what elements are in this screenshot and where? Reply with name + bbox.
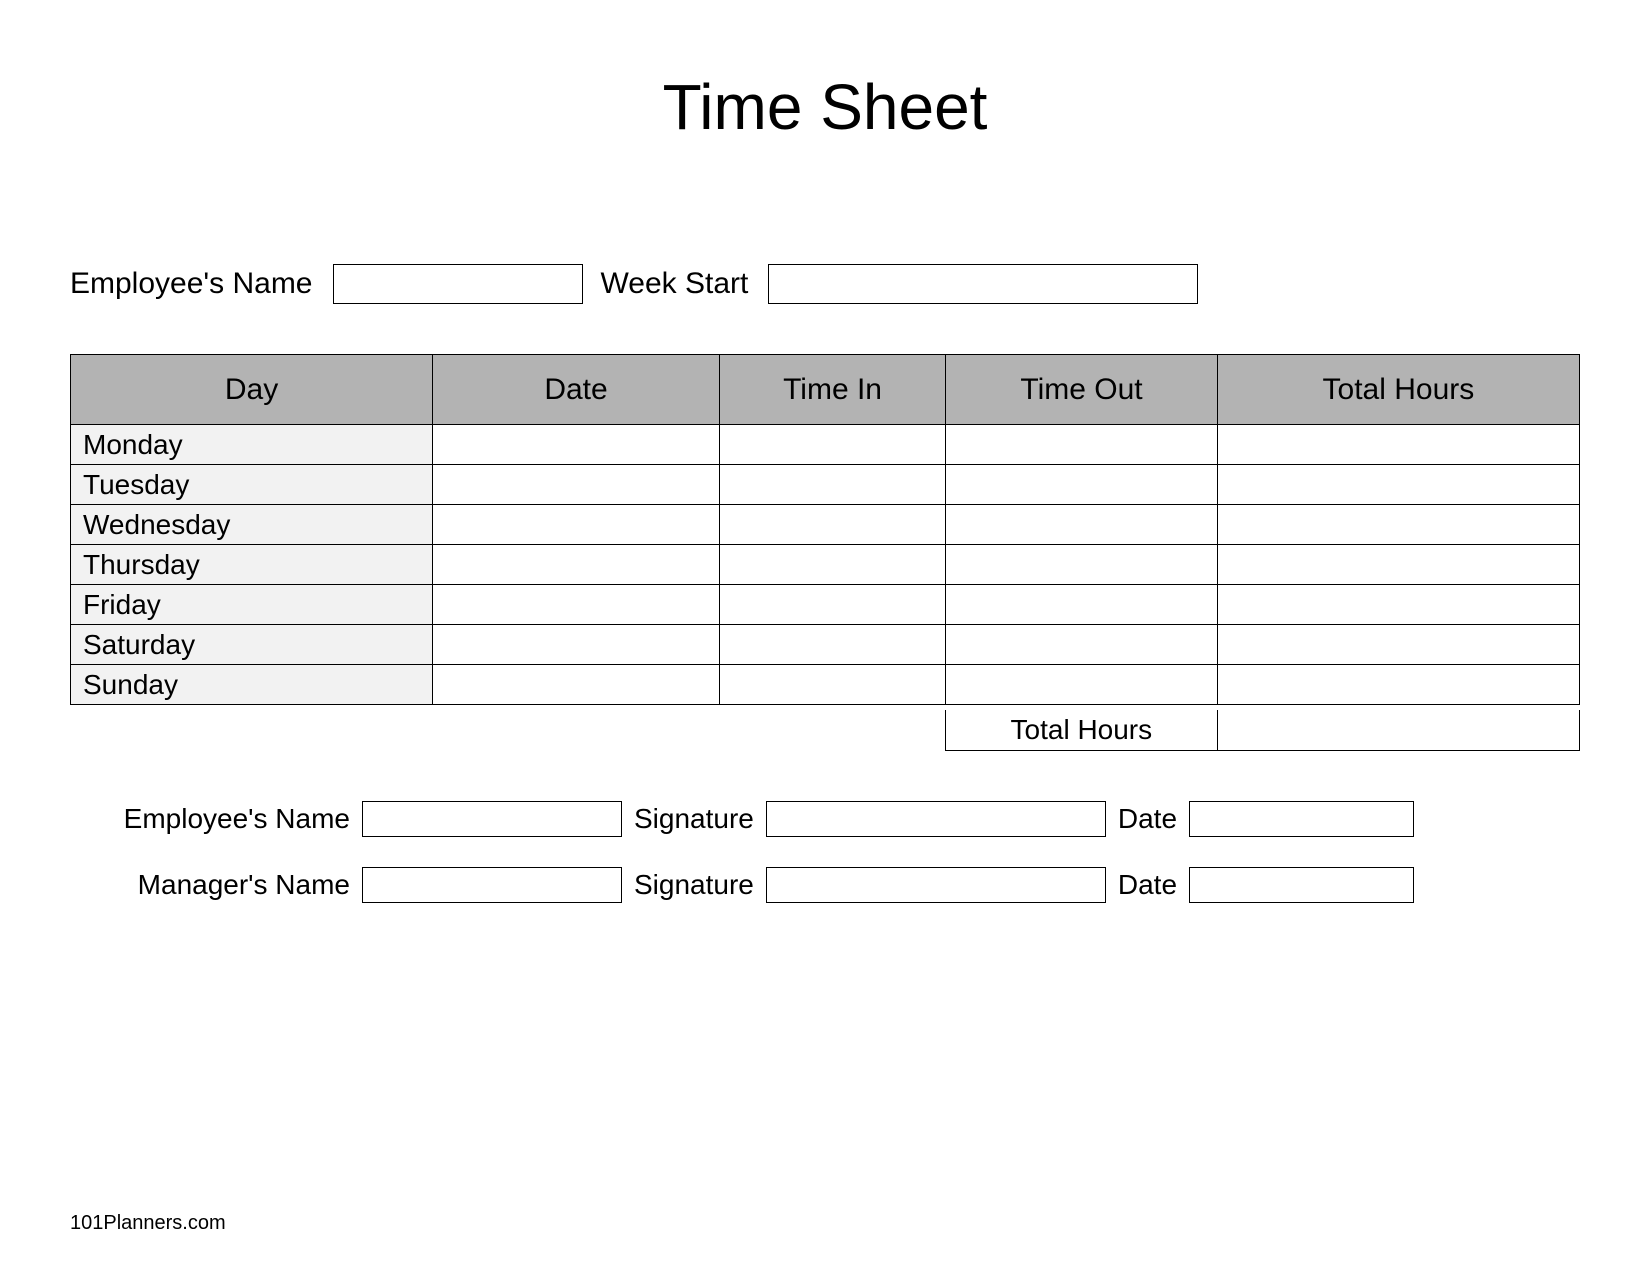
manager-name-signoff-label: Manager's Name (100, 869, 350, 901)
timeout-cell[interactable] (946, 545, 1218, 585)
employee-name-label: Employee's Name (70, 267, 313, 301)
manager-date-input[interactable] (1189, 867, 1414, 903)
date-cell[interactable] (433, 665, 720, 705)
total-row: Total Hours (70, 710, 1580, 751)
date-cell[interactable] (433, 545, 720, 585)
day-cell: Thursday (71, 545, 433, 585)
timeout-cell[interactable] (946, 425, 1218, 465)
day-cell: Monday (71, 425, 433, 465)
column-header-day: Day (71, 355, 433, 425)
date-cell[interactable] (433, 425, 720, 465)
day-cell: Wednesday (71, 505, 433, 545)
timein-cell[interactable] (719, 665, 945, 705)
table-row: Saturday (71, 625, 1580, 665)
timeout-cell[interactable] (946, 665, 1218, 705)
totalhours-cell[interactable] (1217, 545, 1579, 585)
column-header-timein: Time In (719, 355, 945, 425)
manager-signature-input[interactable] (766, 867, 1106, 903)
timesheet-table: Day Date Time In Time Out Total Hours Mo… (70, 354, 1580, 705)
timein-cell[interactable] (719, 585, 945, 625)
totalhours-cell[interactable] (1217, 505, 1579, 545)
employee-name-signoff-input[interactable] (362, 801, 622, 837)
blank-cell (70, 710, 432, 750)
date-cell[interactable] (433, 585, 720, 625)
totalhours-cell[interactable] (1217, 585, 1579, 625)
footer-attribution: 101Planners.com (70, 1212, 226, 1235)
week-start-input[interactable] (768, 264, 1198, 304)
timeout-cell[interactable] (946, 465, 1218, 505)
date-cell[interactable] (433, 505, 720, 545)
timeout-cell[interactable] (946, 585, 1218, 625)
manager-date-label: Date (1118, 869, 1177, 901)
timeout-cell[interactable] (946, 625, 1218, 665)
manager-signoff-row: Manager's Name Signature Date (70, 867, 1580, 903)
manager-name-signoff-input[interactable] (362, 867, 622, 903)
day-cell: Saturday (71, 625, 433, 665)
employee-name-input[interactable] (333, 264, 583, 304)
timeout-cell[interactable] (946, 505, 1218, 545)
totalhours-cell[interactable] (1217, 625, 1579, 665)
timein-cell[interactable] (719, 545, 945, 585)
page-title: Time Sheet (70, 70, 1580, 144)
column-header-timeout: Time Out (946, 355, 1218, 425)
total-hours-value[interactable] (1217, 710, 1579, 750)
date-cell[interactable] (433, 465, 720, 505)
employee-signoff-row: Employee's Name Signature Date (70, 801, 1580, 837)
day-cell: Sunday (71, 665, 433, 705)
blank-cell (719, 710, 945, 750)
table-row: Friday (71, 585, 1580, 625)
employee-signature-label: Signature (634, 803, 754, 835)
employee-date-input[interactable] (1189, 801, 1414, 837)
timein-cell[interactable] (719, 625, 945, 665)
table-row: Thursday (71, 545, 1580, 585)
employee-name-signoff-label: Employee's Name (100, 803, 350, 835)
day-cell: Tuesday (71, 465, 433, 505)
totalhours-cell[interactable] (1217, 425, 1579, 465)
timein-cell[interactable] (719, 505, 945, 545)
employee-date-label: Date (1118, 803, 1177, 835)
table-row: Monday (71, 425, 1580, 465)
blank-cell (432, 710, 719, 750)
totalhours-cell[interactable] (1217, 665, 1579, 705)
table-row: Sunday (71, 665, 1580, 705)
totalhours-cell[interactable] (1217, 465, 1579, 505)
total-hours-label: Total Hours (945, 710, 1217, 750)
table-row: Tuesday (71, 465, 1580, 505)
column-header-totalhours: Total Hours (1217, 355, 1579, 425)
date-cell[interactable] (433, 625, 720, 665)
header-fields: Employee's Name Week Start (70, 264, 1580, 304)
timein-cell[interactable] (719, 465, 945, 505)
manager-signature-label: Signature (634, 869, 754, 901)
table-row: Wednesday (71, 505, 1580, 545)
timein-cell[interactable] (719, 425, 945, 465)
employee-signature-input[interactable] (766, 801, 1106, 837)
day-cell: Friday (71, 585, 433, 625)
column-header-date: Date (433, 355, 720, 425)
week-start-label: Week Start (601, 267, 749, 301)
